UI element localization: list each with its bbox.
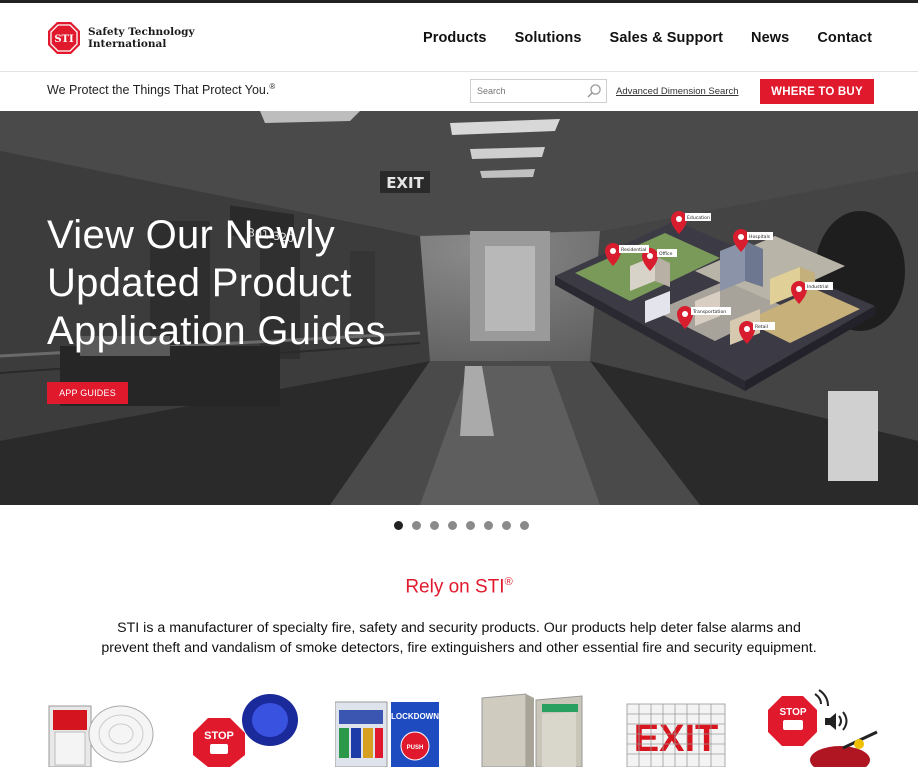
- carousel-dot-5[interactable]: [466, 521, 475, 530]
- tagline-text: We Protect the Things That Protect You.: [47, 83, 270, 98]
- nav-solutions[interactable]: Solutions: [515, 30, 582, 46]
- product-push-label: PUSH: [407, 745, 424, 751]
- site-logo[interactable]: STI Safety Technology International: [47, 21, 195, 55]
- utility-bar: We Protect the Things That Protect You.®…: [0, 73, 918, 111]
- carousel-dot-7[interactable]: [502, 521, 511, 530]
- product-lockdown-label: LOCKDOWN: [391, 712, 439, 721]
- product-stop-label: STOP: [204, 730, 234, 742]
- app-guide-map-illustration: Education Hospitals Residential Office I…: [555, 211, 875, 391]
- search-input[interactable]: [471, 80, 581, 102]
- nav-news[interactable]: News: [751, 30, 789, 46]
- map-label-office: Office: [659, 251, 673, 257]
- hero-title: View Our Newly Updated Product Applicati…: [47, 211, 386, 355]
- product-stop-alarm-beacon[interactable]: STOP: [190, 688, 300, 767]
- main-nav: Products Solutions Sales & Support News …: [423, 30, 872, 46]
- nav-products[interactable]: Products: [423, 30, 487, 46]
- product-stop-alarm-speaker[interactable]: STOP: [765, 688, 880, 767]
- carousel-dot-6[interactable]: [484, 521, 493, 530]
- rely-registered-mark: ®: [504, 576, 513, 588]
- hero-title-line-1: View Our Newly: [47, 213, 335, 257]
- carousel-dot-8[interactable]: [520, 521, 529, 530]
- carousel-dot-3[interactable]: [430, 521, 439, 530]
- product-lockdown-button[interactable]: LOCKDOWN PUSH: [334, 688, 445, 767]
- product-stop-speaker-label: STOP: [779, 707, 806, 718]
- hero-title-line-3: Application Guides: [47, 309, 386, 353]
- logo-line-2: International: [88, 38, 167, 50]
- map-label-hospitals: Hospitals: [749, 234, 771, 240]
- lockdown-button-icon: LOCKDOWN PUSH: [334, 701, 439, 767]
- logo-line-1: Safety Technology: [88, 26, 195, 38]
- tagline: We Protect the Things That Protect You.®: [47, 82, 275, 97]
- map-label-education: Education: [687, 215, 710, 221]
- map-label-industrial: Industrial: [807, 284, 829, 290]
- smoke-detector-cover-icon: [48, 705, 154, 767]
- site-header: STI Safety Technology International Prod…: [0, 3, 918, 72]
- tagline-registered-mark: ®: [269, 82, 276, 91]
- carousel-dot-2[interactable]: [412, 521, 421, 530]
- product-extinguisher-cabinet[interactable]: [478, 688, 588, 767]
- logo-wordmark: Safety Technology International: [88, 26, 195, 50]
- nav-sales-support[interactable]: Sales & Support: [610, 30, 724, 46]
- map-label-residential: Residential: [621, 247, 646, 253]
- stop-alarm-beacon-icon: STOP: [193, 694, 298, 767]
- sti-octagon-icon: STI: [47, 21, 81, 55]
- product-smoke-detector-cover[interactable]: [47, 688, 157, 767]
- carousel-dots: [394, 521, 529, 530]
- where-to-buy-button[interactable]: WHERE TO BUY: [760, 79, 874, 104]
- rely-heading: Rely on STI®: [0, 576, 918, 598]
- rely-line-2: prevent theft and vandalism of smoke det…: [101, 640, 817, 656]
- product-exit-sign-guard[interactable]: EXIT: [625, 688, 735, 767]
- logo-badge-text: STI: [54, 34, 74, 45]
- rely-line-1: STI is a manufacturer of specialty fire,…: [117, 620, 801, 636]
- search-icon[interactable]: [586, 83, 602, 99]
- app-guides-button[interactable]: APP GUIDES: [47, 382, 128, 404]
- hallway-exit-sign-text: EXIT: [386, 174, 424, 192]
- hero-title-line-2: Updated Product: [47, 261, 352, 305]
- advanced-dimension-search-link[interactable]: Advanced Dimension Search: [616, 86, 739, 97]
- rely-description: STI is a manufacturer of specialty fire,…: [90, 618, 828, 658]
- carousel-dot-4[interactable]: [448, 521, 457, 530]
- extinguisher-cabinet-icon: [481, 693, 583, 767]
- product-strip: STOP LOCKDOWN PUSH EXIT STOP: [0, 688, 918, 767]
- map-label-transportation: Transportation: [692, 309, 726, 315]
- search-box: [470, 79, 607, 103]
- map-label-retail: Retail: [755, 324, 768, 330]
- carousel-dot-1[interactable]: [394, 521, 403, 530]
- stop-alarm-speaker-icon: STOP: [768, 689, 878, 767]
- rely-heading-text: Rely on STI: [405, 576, 505, 598]
- nav-contact[interactable]: Contact: [817, 30, 872, 46]
- exit-sign-guard-icon: EXIT: [626, 703, 726, 767]
- hero-banner: 301-320 EXIT Education Hospitals Residen…: [0, 111, 918, 505]
